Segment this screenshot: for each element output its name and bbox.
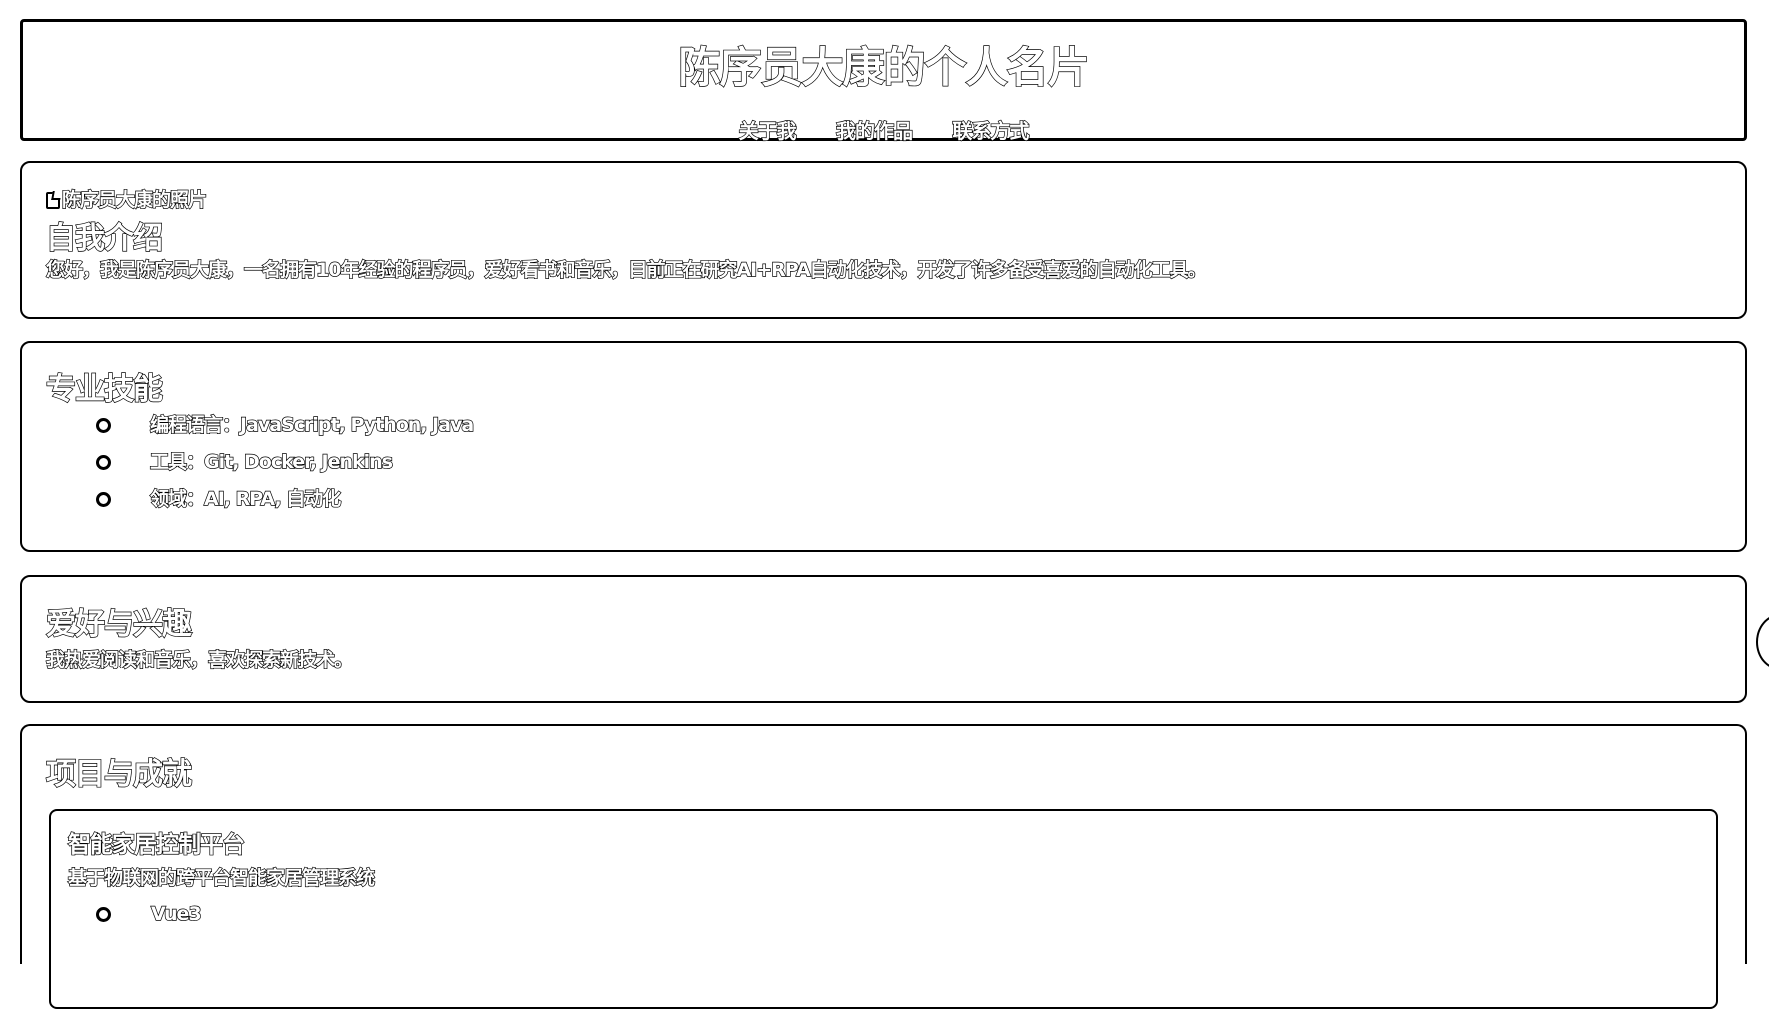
bullet-icon bbox=[96, 907, 111, 922]
skills-list: 编程语言：JavaScript, Python, Java 工具：Git, Do… bbox=[46, 413, 475, 524]
list-item: 领域：AI, RPA, 自动化 bbox=[46, 487, 473, 524]
project-description: 基于物联网的跨平台智能家居管理系统 bbox=[67, 866, 375, 889]
nav-link-contact[interactable]: 联系方式 bbox=[952, 118, 1030, 143]
bullet-icon bbox=[96, 455, 111, 470]
skills-heading: 专业技能 bbox=[45, 371, 163, 407]
project-tech-list: Vue3 bbox=[51, 902, 202, 939]
list-item: 工具：Git, Docker, Jenkins bbox=[46, 450, 473, 487]
broken-image-icon bbox=[46, 191, 60, 209]
skills-section: 专业技能 编程语言：JavaScript, Python, Java 工具：Gi… bbox=[20, 341, 1747, 552]
bullet-icon bbox=[96, 492, 111, 507]
projects-heading: 项目与成就 bbox=[45, 756, 192, 792]
header-card: 陈序员大康的个人名片 关于我 我的作品 联系方式 bbox=[20, 19, 1747, 144]
hobbies-heading: 爱好与兴趣 bbox=[45, 606, 192, 642]
nav-link-works[interactable]: 我的作品 bbox=[835, 118, 913, 143]
profile-photo-alt: 陈序员大康的照片 bbox=[61, 188, 207, 211]
list-item: 编程语言：JavaScript, Python, Java bbox=[46, 413, 475, 450]
about-section: 陈序员大康的照片 自我介绍 您好，我是陈序员大康，一名拥有10年经验的程序员，爱… bbox=[20, 161, 1747, 319]
skill-text: 编程语言：JavaScript, Python, Java bbox=[149, 413, 475, 436]
hobbies-text: 我热爱阅读和音乐，喜欢探索新技术。 bbox=[45, 648, 353, 671]
profile-photo: 陈序员大康的照片 bbox=[46, 188, 208, 212]
about-text: 您好，我是陈序员大康，一名拥有10年经验的程序员，爱好看书和音乐，目前正在研究A… bbox=[45, 258, 1207, 281]
skill-text: 领域：AI, RPA, 自动化 bbox=[149, 487, 342, 510]
skill-text: 工具：Git, Docker, Jenkins bbox=[149, 450, 393, 473]
floating-scroll-button[interactable] bbox=[1756, 614, 1769, 670]
about-heading: 自我介绍 bbox=[45, 220, 163, 256]
tech-tag: Vue3 bbox=[150, 902, 202, 925]
project-card: 智能家居控制平台 基于物联网的跨平台智能家居管理系统 Vue3 bbox=[49, 809, 1718, 1009]
nav-link-about[interactable]: 关于我 bbox=[738, 118, 797, 143]
projects-section: 项目与成就 智能家居控制平台 基于物联网的跨平台智能家居管理系统 Vue3 bbox=[20, 724, 1747, 1009]
main-nav: 关于我 我的作品 联系方式 bbox=[23, 118, 1744, 143]
bullet-icon bbox=[96, 418, 111, 433]
list-item: Vue3 bbox=[51, 902, 202, 939]
hobbies-section: 爱好与兴趣 我热爱阅读和音乐，喜欢探索新技术。 bbox=[20, 575, 1747, 703]
project-title: 智能家居控制平台 bbox=[67, 831, 245, 858]
page-title: 陈序员大康的个人名片 bbox=[678, 43, 1090, 92]
